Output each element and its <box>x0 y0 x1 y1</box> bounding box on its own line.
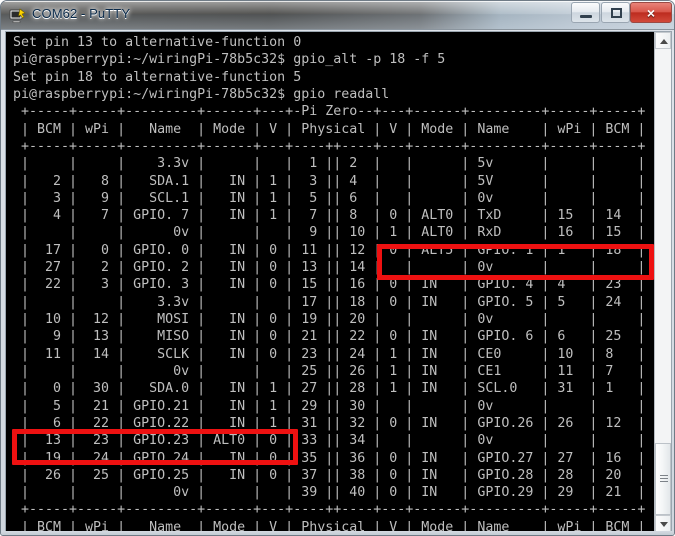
terminal-line: | BCM | wPi | Name | Mode | V | Physical… <box>13 121 646 137</box>
putty-icon <box>9 7 27 25</box>
terminal-line: | 4 | 7 | GPIO. 7 | IN | 1 | 7 || 8 | 0 … <box>13 208 646 224</box>
vertical-scrollbar[interactable] <box>654 32 671 532</box>
terminal-line: pi@raspberrypi:~/wiringPi-78b5c32$ gpio_… <box>13 52 446 68</box>
close-button[interactable]: × <box>630 2 672 23</box>
window-title: COM62 - PuTTY <box>32 6 131 21</box>
terminal-line: | 9 | 13 | MISO | IN | 0 | 21 || 22 | 0 … <box>13 329 646 345</box>
terminal-line: | 6 | 22 | GPIO.22 | IN | 1 | 31 || 32 |… <box>13 415 646 431</box>
terminal-line: | 11 | 14 | SCLK | IN | 0 | 23 || 24 | 1… <box>13 346 646 362</box>
terminal-line: | 2 | 8 | SDA.1 | IN | 1 | 3 || 4 | | | … <box>13 173 646 189</box>
terminal-line: | 13 | 23 | GPIO.23 | ALT0 | 0 | 33 || 3… <box>13 433 646 449</box>
terminal-output[interactable]: Set pin 13 to alternative-function 0 pi@r… <box>6 32 655 532</box>
terminal-line: | | | 0v | | | 39 || 40 | 0 | IN | GPIO.… <box>13 485 646 501</box>
close-icon: × <box>646 5 656 21</box>
terminal-line: | 26 | 25 | GPIO.25 | IN | 0 | 37 || 38 … <box>13 467 646 483</box>
terminal-line: | | | 3.3v | | | 1 || 2 | | | 5v | | | <box>13 156 646 172</box>
scroll-thumb[interactable] <box>655 443 671 515</box>
minimize-icon <box>580 15 592 18</box>
terminal-line: Set pin 13 to alternative-function 0 <box>13 35 302 50</box>
scroll-down-arrow[interactable] <box>655 515 671 532</box>
terminal-line: | 17 | 0 | GPIO. 0 | IN | 0 | 11 || 12 |… <box>13 242 646 258</box>
minimize-button[interactable] <box>571 2 600 23</box>
terminal-line: | BCM | wPi | Name | Mode | V | Physical… <box>13 519 646 532</box>
terminal-line: | 19 | 24 | GPIO.24 | IN | 0 | 35 || 36 … <box>13 450 646 466</box>
terminal-line: | 3 | 9 | SCL.1 | IN | 1 | 5 || 6 | | | … <box>13 190 646 206</box>
terminal-client-area: Set pin 13 to alternative-function 0 pi@r… <box>5 31 672 533</box>
terminal-line: | 10 | 12 | MOSI | IN | 0 | 19 || 20 | |… <box>13 312 646 327</box>
window-bottom-strip <box>1 531 674 535</box>
title-bar[interactable]: COM62 - PuTTY × <box>1 1 674 30</box>
terminal-line: | 0 | 30 | SDA.0 | IN | 1 | 27 || 28 | 1… <box>13 381 646 397</box>
putty-window: COM62 - PuTTY × Set pin 13 to alternativ… <box>0 0 675 536</box>
terminal-line: +-----+-----+---------+------+---+-Pi Ze… <box>13 104 646 120</box>
terminal-line: | 22 | 3 | GPIO. 3 | IN | 0 | 15 || 16 |… <box>13 277 646 293</box>
terminal-line: | 5 | 21 | GPIO.21 | IN | 1 | 29 || 30 |… <box>13 398 646 414</box>
terminal-line: pi@raspberrypi:~/wiringPi-78b5c32$ gpio … <box>13 86 390 102</box>
terminal-line: +-----+-----+---------+------+---+----++… <box>13 502 646 518</box>
terminal-line: Set pin 18 to alternative-function 5 <box>13 69 302 85</box>
maximize-button[interactable] <box>601 2 630 23</box>
terminal-line: +-----+-----+---------+------+---+----++… <box>13 138 646 154</box>
terminal-line: | | | 0v | | | 9 || 10 | 1 | ALT0 | RxD … <box>13 225 646 241</box>
terminal-line: | | | 0v | | | 25 || 26 | 1 | IN | CE1 |… <box>13 363 646 379</box>
terminal-line: | 27 | 2 | GPIO. 2 | IN | 0 | 13 || 14 |… <box>13 260 646 276</box>
scroll-up-arrow[interactable] <box>655 32 671 49</box>
terminal-line: | | | 3.3v | | | 17 || 18 | 0 | IN | GPI… <box>13 294 646 310</box>
maximize-icon <box>611 8 622 18</box>
